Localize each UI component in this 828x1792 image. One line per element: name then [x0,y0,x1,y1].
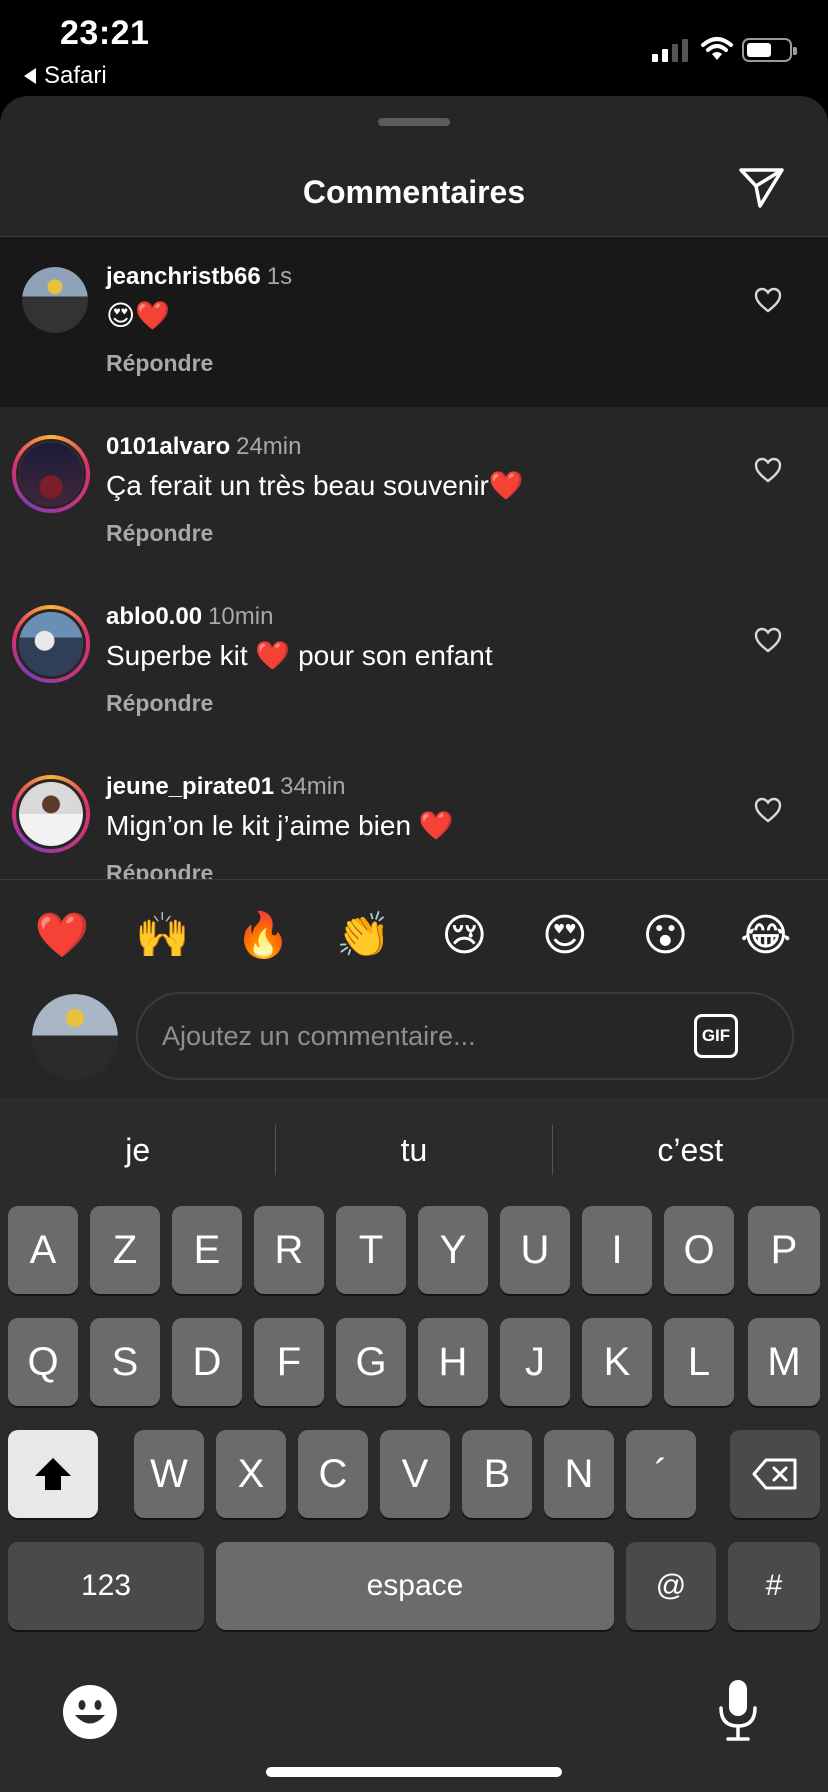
key-z[interactable]: Z [90,1206,160,1294]
comment-username[interactable]: jeune_pirate01 [106,773,274,800]
shift-arrow-icon [35,1458,71,1490]
comment-list[interactable]: jeanchristb66 1s 😍❤️ Répondre 0101alvaro 2… [0,237,828,880]
numbers-key[interactable]: 123 [8,1542,204,1630]
sheet-title: Commentaires [302,174,526,210]
key-m[interactable]: M [748,1318,820,1406]
key-v[interactable]: V [380,1430,450,1518]
quick-emoji-fire[interactable]: 🔥 [223,906,303,966]
heart-icon[interactable] [754,627,782,653]
comment-username[interactable]: 0101alvaro [106,433,230,460]
quick-emoji-heart[interactable]: ❤️ [22,906,102,966]
battery-icon [742,38,797,62]
quick-emoji-crying[interactable]: 😢 [424,906,504,966]
reply-button[interactable]: Répondre [106,350,292,377]
key-e[interactable]: E [172,1206,242,1294]
heart-icon[interactable] [754,797,782,823]
reply-button[interactable]: Répondre [106,690,493,717]
key-s[interactable]: S [90,1318,160,1406]
keyboard: je tu c’est A Z E R T Y U I O P Q S D F … [0,1098,828,1792]
comment-time: 24min [236,433,302,460]
comment-item: ablo0.00 10min Superbe kit ❤️ pour son en… [0,577,828,747]
quick-emoji-heart-eyes[interactable]: 😍 [525,906,605,966]
comment-username[interactable]: jeanchristb66 [106,263,261,290]
gif-button[interactable]: GIF [694,1014,738,1058]
back-label: Safari [44,62,107,89]
comment-time: 10min [208,603,274,630]
sheet-grabber[interactable] [378,118,450,126]
home-indicator[interactable] [266,1767,562,1777]
microphone-icon[interactable] [716,1678,760,1742]
emoji-keyboard-icon[interactable] [62,1684,118,1740]
comment-item: jeanchristb66 1s 😍❤️ Répondre [0,237,828,407]
comments-sheet: Commentaires jeanchristb66 1s 😍❤️ Répondr… [0,96,828,1098]
backspace-icon [752,1458,797,1490]
key-n[interactable]: N [544,1430,614,1518]
avatar-story-ring[interactable] [12,605,90,683]
comment-text: Superbe kit ❤️ pour son enfant [106,640,493,671]
status-bar: 23:21 Safari [0,0,828,96]
comment-composer: GIF [0,992,828,1082]
key-r[interactable]: R [254,1206,324,1294]
key-q[interactable]: Q [8,1318,78,1406]
heart-icon[interactable] [754,457,782,483]
quick-emoji-laughing[interactable]: 😂 [726,906,806,966]
at-key[interactable]: @ [626,1542,716,1630]
key-i[interactable]: I [582,1206,652,1294]
space-key[interactable]: espace [216,1542,614,1630]
key-accent[interactable]: ´ [626,1430,696,1518]
key-o[interactable]: O [664,1206,734,1294]
key-d[interactable]: D [172,1318,242,1406]
key-g[interactable]: G [336,1318,406,1406]
key-c[interactable]: C [298,1430,368,1518]
backspace-key[interactable] [730,1430,820,1518]
paper-plane-icon[interactable] [738,166,786,210]
comment-username[interactable]: ablo0.00 [106,603,202,630]
comment-text: 😍❤️ [106,300,171,331]
divider [0,879,828,880]
reply-button[interactable]: Répondre [106,860,454,880]
key-t[interactable]: T [336,1206,406,1294]
comment-text: Mign’on le kit j’aime bien ❤️ [106,810,454,841]
key-b[interactable]: B [462,1430,532,1518]
comment-text: Ça ferait un très beau souvenir❤️ [106,470,524,501]
back-to-safari[interactable]: Safari [24,62,107,90]
key-j[interactable]: J [500,1318,570,1406]
quick-emoji-bar: ❤️ 🙌 🔥 👏 😢 😍 😮 😂 [0,906,828,966]
status-time: 23:21 [60,14,150,52]
suggestion-item[interactable]: c’est [553,1126,828,1174]
key-f[interactable]: F [254,1318,324,1406]
comment-time: 1s [266,263,293,290]
quick-emoji-clap[interactable]: 👏 [324,906,404,966]
back-arrow-icon [24,68,36,84]
comment-item: 0101alvaro 24min Ça ferait un très beau s… [0,407,828,577]
avatar-story-ring[interactable] [12,435,90,513]
key-u[interactable]: U [500,1206,570,1294]
key-p[interactable]: P [748,1206,820,1294]
key-w[interactable]: W [134,1430,204,1518]
key-x[interactable]: X [216,1430,286,1518]
wifi-icon [701,37,733,60]
avatar[interactable] [22,267,88,333]
my-avatar [32,994,118,1080]
comment-item: jeune_pirate01 34min Mign’on le kit j’aim… [0,747,828,880]
comment-time: 34min [280,773,346,800]
reply-button[interactable]: Répondre [106,520,524,547]
suggestion-item[interactable]: je [0,1126,275,1174]
cellular-signal-icon [652,38,688,62]
key-y[interactable]: Y [418,1206,488,1294]
heart-icon[interactable] [754,287,782,313]
key-h[interactable]: H [418,1318,488,1406]
key-a[interactable]: A [8,1206,78,1294]
hash-key[interactable]: # [728,1542,820,1630]
quick-emoji-raised-hands[interactable]: 🙌 [123,906,203,966]
predictive-bar: je tu c’est [0,1098,828,1202]
key-k[interactable]: K [582,1318,652,1406]
shift-key[interactable] [8,1430,98,1518]
quick-emoji-surprised[interactable]: 😮 [625,906,705,966]
avatar-story-ring[interactable] [12,775,90,853]
key-l[interactable]: L [664,1318,734,1406]
suggestion-item[interactable]: tu [276,1126,551,1174]
